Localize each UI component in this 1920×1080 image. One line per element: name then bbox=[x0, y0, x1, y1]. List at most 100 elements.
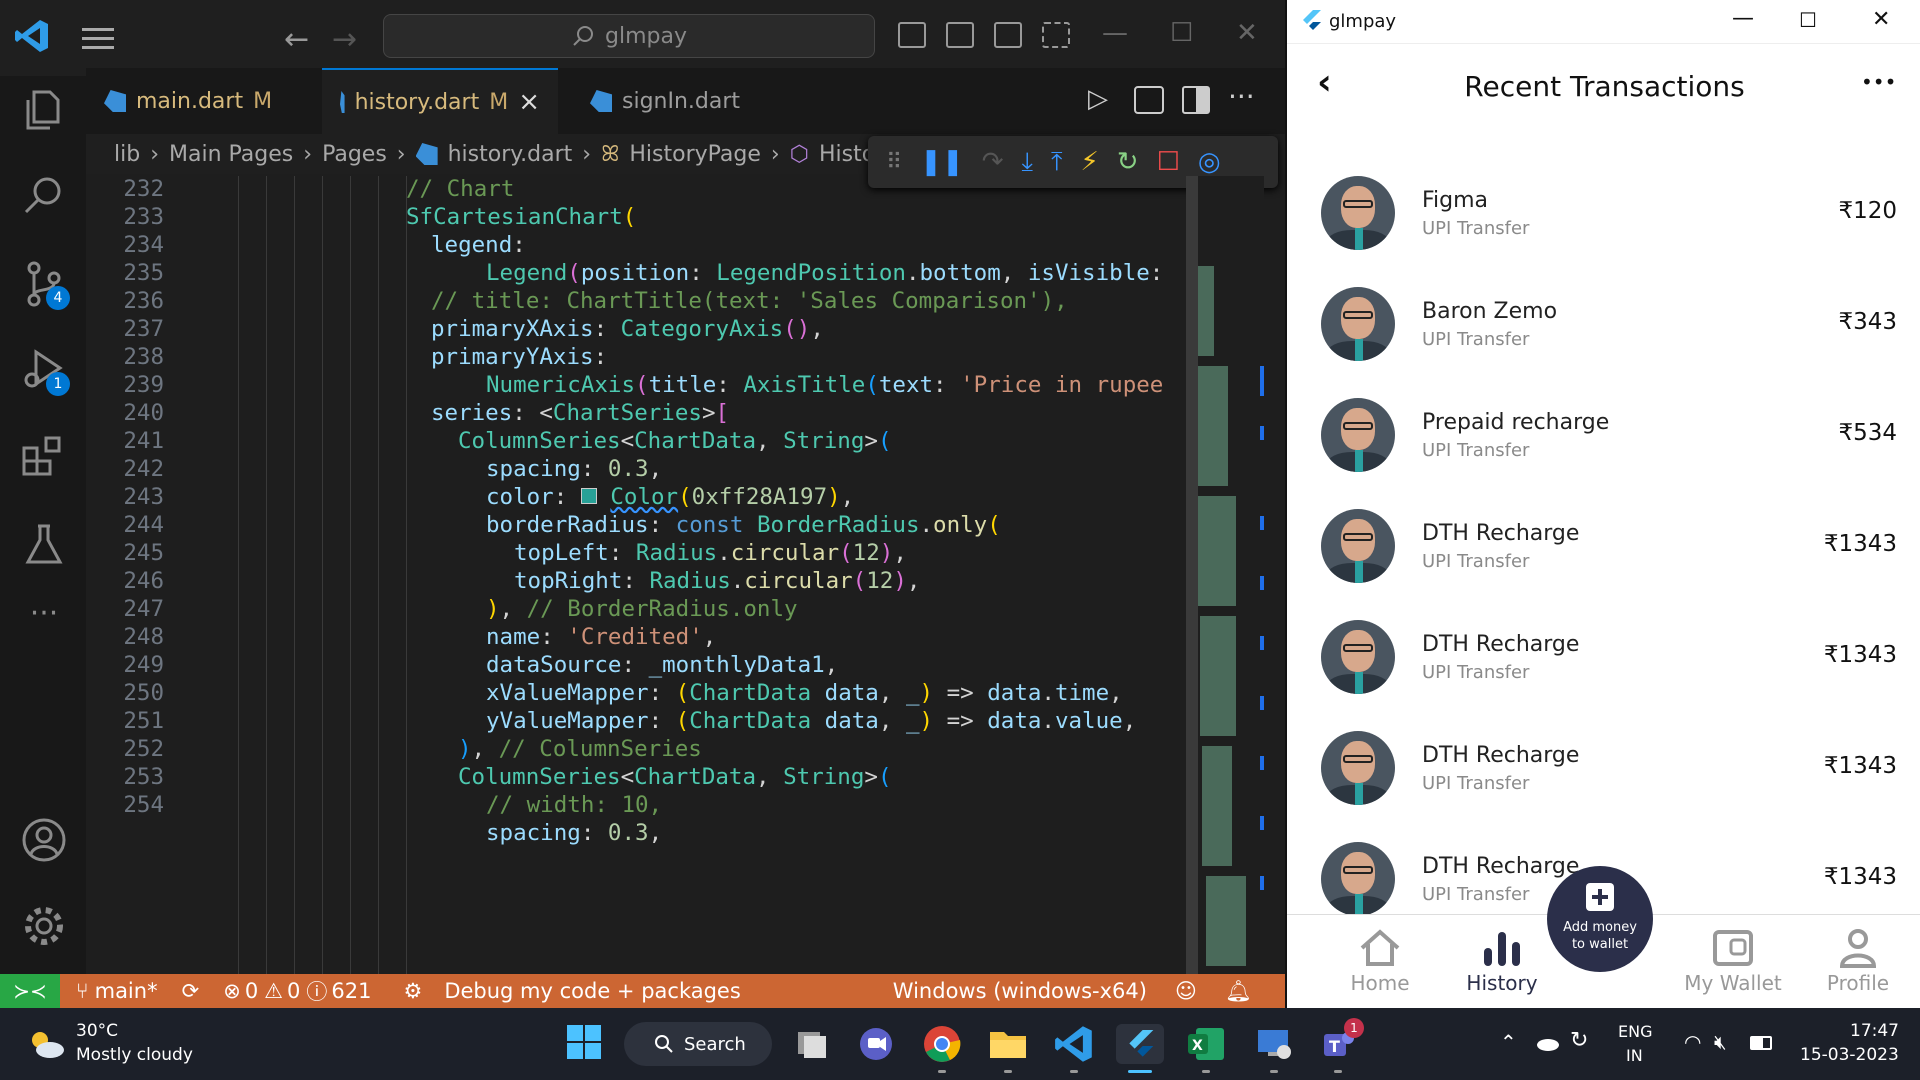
search-icon[interactable] bbox=[20, 172, 68, 220]
transactions-list[interactable]: Figma UPI Transfer ₹120 Baron Zemo UPI T… bbox=[1287, 134, 1920, 914]
toggle-sidebar-icon[interactable] bbox=[898, 22, 926, 48]
tab-signin-dart[interactable]: signIn.dart bbox=[572, 68, 772, 134]
volume-muted-icon[interactable]: 🔇︎ bbox=[1714, 1030, 1727, 1054]
customize-layout-icon[interactable] bbox=[1042, 22, 1070, 48]
teams-icon[interactable]: T 1 bbox=[1318, 1018, 1364, 1073]
clock-date[interactable]: 15-03-2023 bbox=[1800, 1045, 1899, 1065]
flutter-logo-icon bbox=[1303, 10, 1321, 30]
list-item[interactable] bbox=[1287, 134, 1920, 159]
device-platform[interactable]: Windows (windows-x64) bbox=[893, 979, 1147, 1003]
nav-home[interactable]: Home bbox=[1325, 925, 1435, 995]
branch-name[interactable]: main* bbox=[95, 979, 158, 1003]
vscode-taskbar-icon[interactable] bbox=[1054, 1024, 1094, 1073]
task-view-icon[interactable] bbox=[792, 1024, 832, 1064]
step-over-icon[interactable]: ↷ bbox=[982, 147, 1004, 177]
nav-my-wallet[interactable]: My Wallet bbox=[1663, 925, 1803, 995]
pause-icon[interactable]: ❚❚ bbox=[920, 147, 964, 177]
list-item[interactable]: Prepaid recharge UPI Transfer ₹534 bbox=[1287, 396, 1920, 507]
remote-icon[interactable]: ≻≺ bbox=[0, 974, 60, 1008]
close-window-icon[interactable]: ✕ bbox=[1236, 18, 1258, 48]
testing-flask-icon[interactable] bbox=[20, 520, 68, 568]
more-views-icon[interactable]: ··· bbox=[20, 596, 68, 644]
extensions-icon[interactable] bbox=[20, 432, 68, 480]
menu-icon[interactable] bbox=[82, 28, 114, 52]
step-into-icon[interactable]: ⤓ bbox=[1022, 147, 1034, 178]
hot-reload-icon[interactable]: ⚡ bbox=[1081, 147, 1099, 177]
maximize-icon[interactable]: ☐ bbox=[1170, 18, 1193, 48]
region-code[interactable]: IN bbox=[1626, 1046, 1643, 1065]
breadcrumb-item[interactable]: lib bbox=[114, 142, 140, 167]
excel-icon[interactable]: X bbox=[1186, 1024, 1226, 1073]
list-item[interactable]: Baron Zemo UPI Transfer ₹343 bbox=[1287, 285, 1920, 396]
chevron-up-icon[interactable]: ⌃ bbox=[1500, 1030, 1517, 1054]
add-money-button[interactable]: Add money to wallet bbox=[1547, 866, 1653, 972]
avatar bbox=[1321, 842, 1395, 914]
minimize-icon[interactable]: — bbox=[1102, 18, 1128, 48]
flutter-app-taskbar-icon[interactable] bbox=[1116, 1024, 1164, 1073]
explorer-icon[interactable] bbox=[20, 86, 68, 134]
restart-icon[interactable]: ↻ bbox=[1117, 147, 1139, 177]
more-actions-icon[interactable]: ··· bbox=[1228, 80, 1255, 113]
code-editor[interactable]: 232 233 234 235 236 237 238 239 240 241 242 243 244 2… bbox=[86, 176, 1186, 974]
color-swatch[interactable] bbox=[580, 488, 597, 504]
file-explorer-icon[interactable] bbox=[988, 1024, 1028, 1073]
feedback-icon[interactable]: ☺ bbox=[1175, 979, 1197, 1003]
weather-desc[interactable]: Mostly cloudy bbox=[76, 1045, 193, 1065]
toggle-panel-icon[interactable] bbox=[946, 22, 974, 48]
drag-handle-icon[interactable]: ⠿ bbox=[886, 150, 902, 175]
list-item[interactable]: DTH Recharge UPI Transfer ₹1343 bbox=[1287, 618, 1920, 729]
breadcrumb-item[interactable]: Pages bbox=[322, 142, 387, 167]
compare-changes-icon[interactable] bbox=[1134, 86, 1164, 114]
sync-icon[interactable]: ↻ bbox=[1570, 1028, 1588, 1053]
remote-desktop-icon[interactable] bbox=[1254, 1024, 1294, 1073]
minimize-icon[interactable]: — bbox=[1732, 6, 1754, 31]
list-item[interactable]: Figma UPI Transfer ₹120 bbox=[1287, 174, 1920, 285]
notifications-bell-icon[interactable]: 🔔︎ bbox=[1225, 979, 1252, 1004]
teams-chat-icon[interactable] bbox=[856, 1024, 896, 1064]
error-count[interactable]: 0 bbox=[245, 979, 258, 1003]
nav-profile[interactable]: Profile bbox=[1803, 925, 1913, 995]
transaction-amount: ₹1343 bbox=[1823, 642, 1897, 668]
tab-main-dart[interactable]: main.dart M bbox=[86, 68, 322, 134]
list-item[interactable]: DTH Recharge UPI Transfer ₹1343 bbox=[1287, 507, 1920, 618]
flutter-inspector-icon[interactable]: ◎ bbox=[1198, 147, 1221, 177]
clock-time[interactable]: 17:47 bbox=[1850, 1021, 1899, 1041]
step-out-icon[interactable]: ⤒ bbox=[1051, 147, 1063, 178]
stop-icon[interactable]: ☐ bbox=[1157, 147, 1180, 177]
list-item[interactable]: DTH Recharge UPI Transfer ₹1343 bbox=[1287, 729, 1920, 840]
minimap[interactable] bbox=[1186, 176, 1264, 974]
command-center-search[interactable]: glmpay bbox=[383, 14, 875, 58]
debug-mode[interactable]: Debug my code + packages bbox=[444, 979, 740, 1003]
toggle-secondary-sidebar-icon[interactable] bbox=[994, 22, 1022, 48]
split-editor-icon[interactable] bbox=[1182, 86, 1210, 114]
language-code[interactable]: ENG bbox=[1618, 1022, 1652, 1041]
run-debug-icon[interactable]: 1 bbox=[20, 346, 70, 396]
accounts-icon[interactable] bbox=[20, 816, 68, 864]
forward-arrow-icon[interactable]: → bbox=[332, 22, 357, 57]
nav-history[interactable]: History bbox=[1447, 925, 1557, 995]
chrome-icon[interactable] bbox=[922, 1024, 962, 1073]
source-control-badge: 4 bbox=[46, 286, 70, 310]
cloudy-weather-icon bbox=[32, 1032, 64, 1058]
more-options-icon[interactable]: ••• bbox=[1861, 70, 1896, 94]
breadcrumb-item[interactable]: Main Pages bbox=[169, 142, 293, 167]
breadcrumb-item[interactable]: HistoryPage bbox=[629, 142, 761, 167]
maximize-icon[interactable]: ☐ bbox=[1799, 8, 1817, 32]
tab-history-dart[interactable]: history.dart M × bbox=[322, 68, 558, 134]
warning-count[interactable]: 0 bbox=[287, 979, 300, 1003]
source-control-icon[interactable]: 4 bbox=[20, 260, 70, 310]
windows-start-icon[interactable] bbox=[566, 1024, 606, 1064]
weather-temp[interactable]: 30°C bbox=[76, 1021, 118, 1041]
run-icon[interactable]: ▷ bbox=[1088, 84, 1108, 114]
breadcrumb-item[interactable]: history.dart bbox=[448, 142, 573, 167]
wifi-icon[interactable]: ◠ bbox=[1684, 1030, 1701, 1054]
settings-gear-icon[interactable] bbox=[20, 902, 68, 950]
back-arrow-icon[interactable]: ← bbox=[284, 22, 309, 57]
sync-icon[interactable]: ⟳ bbox=[182, 979, 200, 1003]
onedrive-cloud-icon[interactable] bbox=[1534, 1034, 1560, 1052]
close-tab-icon[interactable]: × bbox=[518, 87, 540, 117]
info-count[interactable]: 621 bbox=[331, 979, 371, 1003]
battery-icon[interactable] bbox=[1750, 1036, 1772, 1050]
close-window-icon[interactable]: ✕ bbox=[1872, 7, 1890, 32]
taskbar-search[interactable]: Search bbox=[624, 1022, 772, 1066]
